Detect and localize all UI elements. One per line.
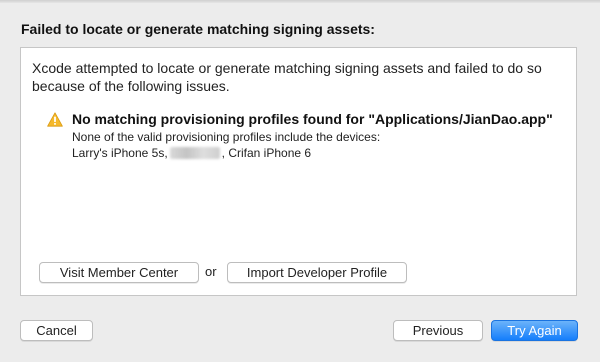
window-top-edge	[0, 0, 600, 3]
or-label: or	[205, 264, 217, 279]
dialog-heading: Failed to locate or generate matching si…	[21, 21, 375, 37]
warning-icon	[47, 112, 63, 127]
issue-title: No matching provisioning profiles found …	[72, 111, 553, 127]
issues-description: Xcode attempted to locate or generate ma…	[32, 60, 542, 94]
issue-devices: Larry's iPhone 5s, , Crifan iPhone 6	[72, 145, 311, 161]
device-first: Larry's iPhone 5s,	[72, 146, 168, 160]
issue-detail: None of the valid provisioning profiles …	[72, 130, 381, 144]
cancel-button[interactable]: Cancel	[20, 320, 93, 341]
device-last: , Crifan iPhone 6	[221, 146, 312, 160]
previous-button[interactable]: Previous	[393, 320, 483, 341]
redacted-device	[169, 147, 220, 159]
try-again-button[interactable]: Try Again	[491, 320, 578, 341]
visit-member-center-button[interactable]: Visit Member Center	[39, 262, 199, 283]
import-developer-profile-button[interactable]: Import Developer Profile	[227, 262, 407, 283]
issues-panel: Xcode attempted to locate or generate ma…	[20, 47, 577, 296]
